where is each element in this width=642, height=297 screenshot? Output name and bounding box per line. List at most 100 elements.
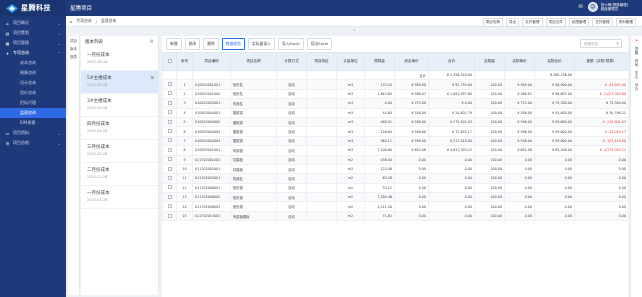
checkbox[interactable] [167,204,172,209]
column-header[interactable]: 预算量 [364,52,395,71]
menu-icon[interactable]: ☰ [150,75,154,80]
top-action-button[interactable]: 文件管理 [592,18,613,27]
row-checkbox-cell[interactable] [162,173,177,184]
sidebar-subitem[interactable]: 设计咨询 [0,78,66,88]
checkbox[interactable] [167,119,172,124]
sidebar-item[interactable]: ▤ 项目策划 ⌄ [0,28,66,38]
breadcrumb-item[interactable]: 专项咨询 [76,18,91,24]
column-header[interactable]: 计量单位 [336,52,365,71]
sidebar-item[interactable]: ✦ 专项咨询 ⌃ [0,48,66,58]
checkbox[interactable] [167,166,172,171]
top-action-button[interactable]: 权限管理 [568,18,590,27]
column-header[interactable]: 合价 [428,52,475,71]
right-rail-tab[interactable]: 关注 [634,71,640,80]
row-checkbox-cell[interactable] [162,192,177,203]
checkbox[interactable] [167,100,172,105]
checkbox[interactable] [167,82,172,87]
top-action-button[interactable]: 资料管理 [615,18,636,27]
column-header[interactable]: 项目编码 [192,52,231,71]
toolbar-button[interactable]: 导入Excel [277,38,304,50]
checkbox[interactable] [167,213,172,218]
sidebar-subitem[interactable]: 招标代理 [0,98,66,108]
version-item[interactable]: 一月份成本 2022-06-18 [81,48,158,71]
checkbox[interactable] [167,129,172,134]
checkbox[interactable] [167,91,172,96]
search-icon[interactable]: ⚲ [616,41,619,46]
toolbar-button[interactable]: 删除 [203,38,219,50]
row-checkbox-cell[interactable] [162,145,177,156]
checkbox[interactable] [167,194,172,199]
checkbox[interactable] [167,147,172,152]
table-row[interactable]: 12 011702006001 矩形梁 自动 m2 33.12 0.00 0.00 100.00… [162,182,629,194]
table-row[interactable]: 2 010502001002 矩形柱 自动 m3 1,843.65 ¥ 586.07 ¥ 1,… [162,88,629,100]
rail-tab[interactable]: 报表 [70,55,78,60]
toolbar-button[interactable]: 新增 [166,38,182,50]
top-action-button[interactable]: 文件管理 [522,18,543,27]
column-header[interactable]: 实物合价 [534,52,575,71]
version-item[interactable]: 一月份成本 2022-01-28 [81,186,158,209]
top-action-button[interactable]: 导出 [505,18,520,27]
rail-tab[interactable]: 项目 [70,39,78,44]
toolbar-button[interactable]: 导出Excel [306,38,333,50]
version-item[interactable]: 3#主楼成本 2022-05-18 [81,94,158,117]
column-header[interactable]: 项目特征 [306,52,337,71]
column-header[interactable]: 实物单价 [504,52,535,71]
right-rail-tab[interactable]: 其他 [634,59,640,68]
table-row[interactable]: 4 010503004001 圈梁梁 自动 m3 44.60 ¥ 556.00 ¥ 24,80… [162,107,629,118]
table-row[interactable]: 6 010503004003 圈梁梁 自动 m3 126.84 ¥ 596.00 ¥ 72,6… [162,126,629,137]
column-header[interactable]: 综合单价 [394,52,429,71]
row-checkbox-cell[interactable] [162,116,177,128]
version-item[interactable]: 二月份成本 2022-02-28 [81,163,158,186]
checkbox[interactable] [167,138,172,143]
row-checkbox-cell[interactable] [162,154,177,165]
column-header[interactable]: 计算方式 [276,52,307,71]
row-checkbox-cell[interactable] [162,182,177,194]
toolbar-button[interactable]: 数据校验 [221,38,245,50]
table-row[interactable]: 11 011702003001 构造柱 自动 m2 63.28 0.00 0.00 100.00… [162,173,629,184]
version-item[interactable]: 四月份成本 2022-04-28 [81,117,158,140]
avatar[interactable]: ☺ [587,2,598,12]
sidebar-subitem[interactable]: 造价咨询 [0,88,66,98]
sidebar-item[interactable]: ⚙ 项目总结 ⌄ [0,138,66,148]
row-checkbox-cell[interactable] [162,98,177,109]
sidebar-subitem[interactable]: 概算咨询 [0,68,66,78]
row-checkbox-cell[interactable] [162,88,177,100]
version-item[interactable]: 三月份成本 2022-03-28 [81,140,158,163]
toolbar-button[interactable]: 实际量录入 [247,38,275,50]
row-checkbox-cell[interactable] [162,163,177,175]
checkbox[interactable] [167,185,172,190]
sidebar-item[interactable]: ⌂ 项目概况 ⌄ [0,18,66,28]
table-row[interactable]: 9 011702001001 柱模板 自动 m2 438.00 0.00 0.00 100.00… [162,154,629,165]
table-row[interactable]: 8 010505001001 有梁板 自动 m3 7,108.60 ¥ 652.08 ¥ 4,… [162,145,629,156]
row-checkbox-cell[interactable] [162,135,177,147]
search-input[interactable]: 快速查找 ⚲ [580,39,622,48]
table-row[interactable]: 1 010502001001 矩形柱 自动 m3 133.20 ¥ 589.00 ¥ 92,7… [162,79,629,90]
rail-tab[interactable]: 版本 [70,47,78,52]
row-checkbox-cell[interactable] [162,126,177,137]
top-action-button[interactable]: 项目文件 [545,18,566,27]
logo[interactable]: 星腾科技 [0,0,66,16]
collapse-icon[interactable]: ⌃ [352,29,356,35]
checkbox[interactable] [167,157,172,162]
table-row[interactable]: 7 010503004004 圈梁梁 自动 m3 364.11 ¥ 596.00 ¥ 217,… [162,135,629,147]
row-checkbox-cell[interactable] [162,201,177,212]
gear-icon[interactable]: ⚙ [150,39,154,45]
table-row[interactable]: 14 011702006003 矩形梁 自动 m2 2,111.30 0.00 0.00 100… [162,201,629,212]
top-action-button[interactable]: 项目切换 [482,18,503,27]
column-header[interactable]: 差额（实物-预算） [574,52,629,71]
bell-icon[interactable]: ✉ [579,4,583,10]
column-header[interactable]: 实物量 [474,52,505,71]
checkbox[interactable] [167,175,172,180]
table-row[interactable]: 10 011702002001 柱模板 自动 m2 123.48 0.00 0.00 100.0… [162,163,629,175]
user-panel[interactable]: ✉ ☺ 张小明(预算管理) 超级管理员 [579,2,628,12]
row-checkbox-cell[interactable] [162,210,177,222]
home-icon[interactable]: ⌂ [70,19,72,24]
column-header[interactable]: 序号 [176,52,193,71]
table-row[interactable]: 15 011702014001 有梁板模板 自动 m2 71.61 0.00 0.00 100.… [162,210,629,222]
sidebar-item[interactable]: ▭ 项目资料 ⌄ [0,128,66,138]
version-item[interactable]: 5#主楼成本 2022-05-18 ☰ [81,71,158,94]
sidebar-item[interactable]: ▦ 项目管理 ⌄ [0,38,66,48]
select-all-checkbox[interactable] [162,52,177,71]
table-row[interactable]: 5 010503004002 圈梁梁 自动 m3 460.51 ¥ 596.00 ¥ 275,… [162,116,629,128]
sidebar-subitem[interactable]: 成本咨询 [0,58,66,68]
